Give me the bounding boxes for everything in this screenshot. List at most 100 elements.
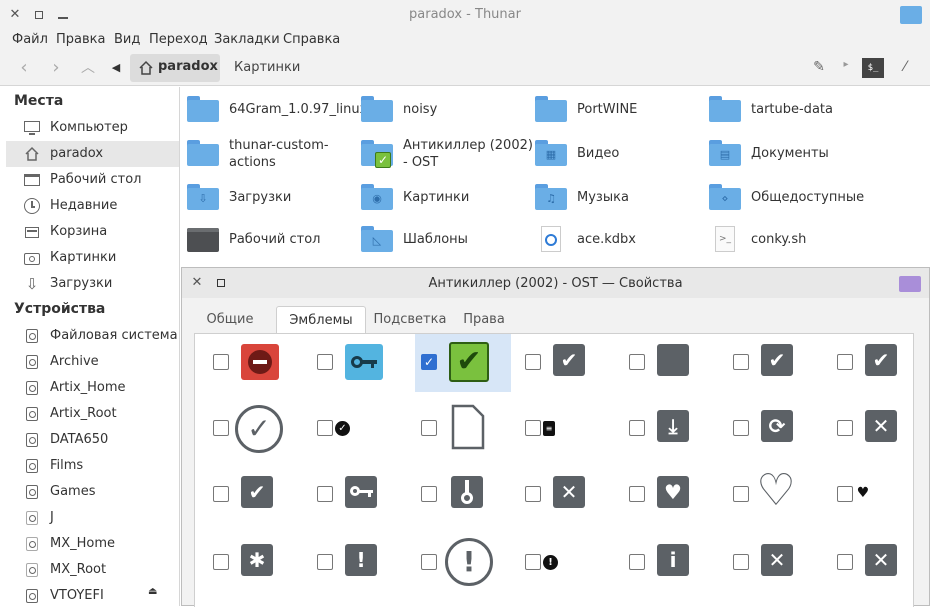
tab-permissions[interactable]: Права (460, 306, 508, 334)
forward-icon[interactable]: › (46, 58, 66, 78)
emblem-checkbox[interactable] (733, 486, 749, 502)
emblem-checkbox[interactable] (837, 486, 853, 502)
file-item[interactable]: ◉ Картинки (361, 178, 531, 218)
left-arrow-icon[interactable]: ◀ (106, 58, 126, 78)
emblem-checkbox[interactable] (525, 354, 541, 370)
emblem-cell[interactable] (415, 400, 511, 458)
breadcrumb-next[interactable]: Картинки (234, 60, 300, 75)
emblem-cell[interactable]: ✔ (725, 334, 821, 392)
emblem-cell[interactable]: ✱ (205, 534, 301, 592)
sidebar-item-filesystem[interactable]: Файловая система (6, 323, 179, 349)
sidebar-item-downloads[interactable]: ⇩ Загрузки (6, 271, 179, 297)
sidebar-item-desktop[interactable]: Рабочий стол (6, 167, 179, 193)
emblem-checkbox[interactable] (421, 554, 437, 570)
emblem-cell[interactable] (621, 334, 717, 392)
emblem-cell[interactable]: ✔ (829, 334, 925, 392)
emblem-checkbox[interactable] (421, 486, 437, 502)
emblem-cell[interactable]: ✕ (725, 534, 821, 592)
emblem-cell[interactable] (205, 334, 301, 392)
emblem-cell[interactable] (309, 466, 405, 524)
emblem-cell[interactable]: ♡ (725, 466, 821, 524)
sidebar-item-films[interactable]: Films (6, 453, 179, 479)
emblem-checkbox[interactable] (733, 420, 749, 436)
sidebar-item-vtoyefi[interactable]: VTOYEFI ⏏ (6, 583, 179, 606)
emblem-checkbox[interactable] (213, 354, 229, 370)
emblem-checkbox[interactable] (317, 354, 333, 370)
emblem-checkbox[interactable] (837, 554, 853, 570)
emblem-checkbox[interactable] (213, 486, 229, 502)
pen-icon[interactable]: ⁄ (896, 59, 914, 77)
emblem-cell[interactable]: ✓ (309, 400, 405, 458)
sidebar-item-artix-root[interactable]: Artix_Root (6, 401, 179, 427)
emblem-cell[interactable]: ♥ (829, 466, 925, 524)
file-item[interactable]: PortWINE (535, 90, 705, 130)
menu-help[interactable]: Справка (283, 32, 340, 47)
tab-highlight[interactable]: Подсветка (370, 306, 450, 334)
file-item[interactable]: noisy (361, 90, 531, 130)
file-item[interactable]: ✓ Антикиллер (2002) - OST (361, 134, 533, 174)
terminal-icon[interactable]: $_ (862, 58, 884, 78)
file-item[interactable]: >_ conky.sh (709, 220, 889, 260)
emblem-cell[interactable]: ♥ (621, 466, 717, 524)
emblem-cell[interactable]: ✓ (205, 400, 301, 458)
emblem-cell[interactable]: ≡ (517, 400, 613, 458)
emblem-checkbox[interactable] (629, 354, 645, 370)
sidebar-item-j[interactable]: J (6, 505, 179, 531)
file-item[interactable]: ♫ Музыка (535, 178, 705, 218)
emblem-cell[interactable]: ⟳ (725, 400, 821, 458)
emblem-cell[interactable]: ✕ (517, 466, 613, 524)
edit-icon[interactable]: ✎ (810, 59, 828, 77)
file-item[interactable]: thunar-custom-actions (187, 134, 357, 174)
emblem-checkbox[interactable] (317, 554, 333, 570)
emblem-checkbox[interactable] (213, 554, 229, 570)
chevron-right-icon[interactable]: ▸ (840, 59, 852, 77)
menu-edit[interactable]: Правка (56, 32, 105, 47)
emblem-cell[interactable] (309, 334, 405, 392)
emblem-checkbox[interactable] (421, 420, 437, 436)
file-item[interactable]: ⇩ Загрузки (187, 178, 357, 218)
up-icon[interactable]: ︿ (78, 58, 98, 78)
emblem-cell[interactable]: ⤓ (621, 400, 717, 458)
file-item[interactable]: Рабочий стол (187, 220, 357, 260)
eject-icon[interactable]: ⏏ (148, 586, 157, 597)
sidebar-item-pictures[interactable]: Картинки (6, 245, 179, 271)
file-item[interactable]: ▦ Видео (535, 134, 705, 174)
tab-general[interactable]: Общие (200, 306, 260, 334)
menu-bookmarks[interactable]: Закладки (214, 32, 280, 47)
emblem-checkbox[interactable] (837, 420, 853, 436)
emblem-checkbox[interactable] (629, 486, 645, 502)
sidebar-item-mx-root[interactable]: MX_Root (6, 557, 179, 583)
emblem-checkbox[interactable] (317, 486, 333, 502)
sidebar-item-trash[interactable]: Корзина (6, 219, 179, 245)
emblem-checkbox[interactable] (525, 420, 541, 436)
sidebar-item-recent[interactable]: Недавние (6, 193, 179, 219)
menu-file[interactable]: Файл (12, 32, 48, 47)
file-item[interactable]: tartube-data (709, 90, 889, 130)
sidebar-item-computer[interactable]: Компьютер (6, 115, 179, 141)
menu-view[interactable]: Вид (114, 32, 140, 47)
emblem-checkbox[interactable] (525, 554, 541, 570)
emblem-checkbox[interactable] (629, 420, 645, 436)
emblem-checkbox[interactable] (317, 420, 333, 436)
emblem-cell[interactable]: ✔ (517, 334, 613, 392)
file-item[interactable]: ⋄ Общедоступные (709, 178, 889, 218)
file-item[interactable]: 64Gram_1.0.97_linux (187, 90, 367, 130)
emblem-cell[interactable]: ✔ (205, 466, 301, 524)
menu-go[interactable]: Переход (149, 32, 208, 47)
emblem-cell[interactable]: ✕ (829, 400, 925, 458)
emblem-cell[interactable]: ✓ ✔ (415, 334, 511, 392)
emblem-cell[interactable] (415, 466, 511, 524)
emblem-checkbox[interactable] (629, 554, 645, 570)
sidebar-item-home[interactable]: paradox (6, 141, 179, 167)
emblem-cell[interactable]: i (621, 534, 717, 592)
back-icon[interactable]: ‹ (14, 58, 34, 78)
sidebar-item-mx-home[interactable]: MX_Home (6, 531, 179, 557)
file-item[interactable]: ▤ Документы (709, 134, 889, 174)
sidebar-item-games[interactable]: Games (6, 479, 179, 505)
emblem-cell[interactable]: ✕ (829, 534, 925, 592)
sidebar-item-archive[interactable]: Archive (6, 349, 179, 375)
emblem-checkbox[interactable] (837, 354, 853, 370)
emblem-checkbox[interactable] (733, 554, 749, 570)
emblem-cell[interactable]: ! (309, 534, 405, 592)
emblem-checkbox[interactable]: ✓ (421, 354, 437, 370)
